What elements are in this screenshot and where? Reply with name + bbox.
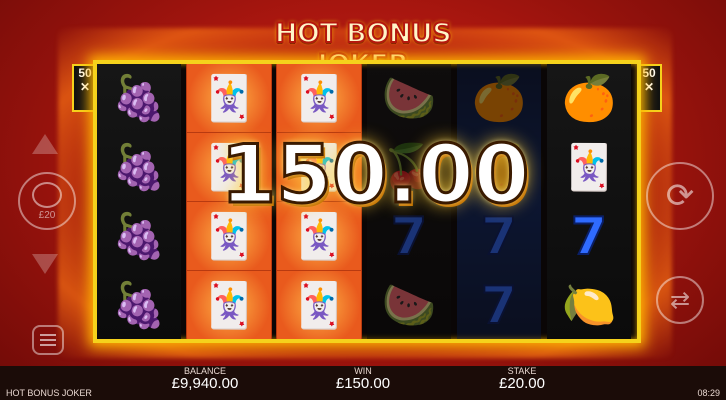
spin-icon: ⟳	[665, 177, 695, 215]
seven-icon: 7	[480, 275, 518, 336]
joker-icon: 🃏	[201, 280, 257, 330]
seven-icon: 7	[570, 206, 608, 267]
joker-icon: 🃏	[561, 142, 617, 192]
joker-icon: 🃏	[201, 73, 257, 123]
stake-chip-label: £20	[38, 209, 56, 221]
plum-icon: 🍇	[111, 73, 167, 123]
joker-icon: 🃏	[291, 280, 347, 330]
lines-count: 50	[642, 66, 656, 80]
stake-chip-button[interactable]: £20	[18, 172, 76, 230]
autoplay-icon: ⇄	[669, 286, 691, 314]
seven-symbol: 7	[547, 202, 631, 271]
autoplay-button[interactable]: ⇄	[656, 276, 704, 324]
lemon-icon: 🍋	[561, 280, 617, 330]
joker-symbol: 🃏	[186, 270, 272, 339]
orange-icon: 🍊	[561, 73, 617, 123]
stake-value: £20.00	[499, 375, 545, 392]
reel-1: 🍇 🍇 🍇 🍇	[97, 64, 181, 339]
joker-symbol: 🃏	[276, 270, 362, 339]
reel-6: 🍊 🃏 7 🍋	[547, 64, 631, 339]
joker-symbol: 🃏	[276, 64, 362, 134]
menu-icon-line	[40, 344, 56, 346]
grapes-icon: 🍇	[111, 280, 167, 330]
win-amount-overlay: 150.00	[219, 127, 531, 223]
seven-symbol: 7	[457, 271, 541, 339]
watermelon-icon: 🍉	[381, 280, 437, 330]
joker-icon: 🃏	[291, 73, 347, 123]
arrow-up-icon	[32, 134, 58, 154]
menu-icon-line	[40, 339, 56, 341]
watermelon-symbol: 🍉	[367, 64, 451, 133]
stake-up-button[interactable]	[30, 128, 60, 158]
plum-icon: 🍇	[111, 142, 167, 192]
plum-symbol: 🍇	[97, 133, 181, 202]
lemon-symbol: 🍋	[547, 271, 631, 339]
grapes-symbol: 🍇	[97, 271, 181, 339]
clock: 08:29	[697, 388, 720, 398]
orange-symbol: 🍊	[547, 64, 631, 133]
game-logo: HOT BONUS JOKER	[274, 17, 453, 81]
arrow-down-icon	[32, 254, 58, 274]
plum-symbol: 🍇	[97, 64, 181, 133]
menu-icon-line	[40, 334, 56, 336]
orange-symbol: 🍊	[457, 64, 541, 133]
joker-symbol: 🃏	[547, 133, 631, 202]
menu-button[interactable]	[32, 325, 64, 355]
status-bar: HOT BONUS JOKER BALANCE £9,940.00 WIN £1…	[0, 366, 726, 400]
footer-game-name: HOT BONUS JOKER	[6, 388, 92, 398]
balance-value: £9,940.00	[171, 375, 239, 392]
orange-icon: 🍊	[471, 73, 527, 123]
coins-icon	[32, 181, 62, 208]
watermelon-icon: 🍉	[381, 73, 437, 123]
lines-mark: ✕	[643, 80, 655, 94]
grapes-icon: 🍇	[111, 211, 167, 261]
stake-down-button[interactable]	[30, 250, 60, 280]
grapes-symbol: 🍇	[97, 202, 181, 271]
joker-symbol: 🃏	[186, 64, 272, 134]
watermelon-symbol: 🍉	[367, 271, 451, 339]
win-value: £150.00	[335, 375, 391, 392]
spin-button[interactable]: ⟳	[646, 162, 714, 230]
